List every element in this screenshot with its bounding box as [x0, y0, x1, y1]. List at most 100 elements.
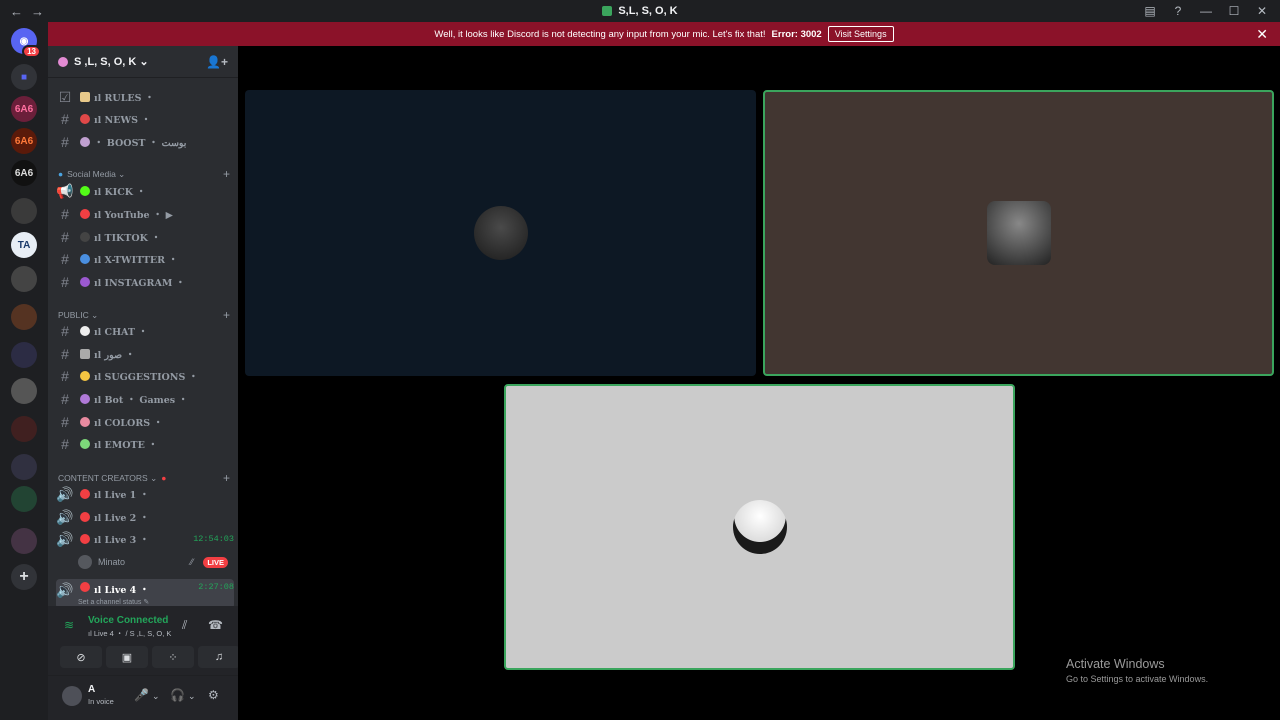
invite-people-icon[interactable]: 👤+ [206, 55, 228, 69]
channel-rules[interactable]: ☑ ıl RULES ・ [56, 87, 234, 107]
voice-connected-title[interactable]: Voice Connected [88, 615, 168, 626]
banner-message: Well, it looks like Discord is not detec… [434, 28, 766, 40]
server-folder-2[interactable] [11, 266, 37, 292]
user-name[interactable]: A [88, 684, 95, 695]
mic-options-chevron-icon[interactable]: ⌄ [152, 691, 160, 702]
server-folder-7[interactable] [11, 454, 37, 480]
channel-emote[interactable]: # ıl EMOTE ・ [56, 434, 234, 454]
screen-share-icon: ▣ [121, 651, 133, 664]
server-folder-4[interactable] [11, 342, 37, 368]
lightbulb-emoji-icon [80, 371, 90, 381]
channel-images[interactable]: # ıl صور ・ [56, 344, 234, 364]
visit-settings-button[interactable]: Visit Settings [827, 26, 894, 42]
create-channel-icon[interactable]: + [223, 308, 230, 322]
participant-tile-3-speaking[interactable] [504, 384, 1015, 670]
channel-chat[interactable]: # ıl CHAT ・ [56, 321, 234, 341]
headphones-icon[interactable]: 🎧 [170, 688, 185, 702]
hash-icon: # [61, 368, 69, 384]
disconnect-icon[interactable]: ☎ [208, 618, 223, 632]
channel-status-hint[interactable]: Set a channel status ✎ [78, 598, 149, 606]
server-list: ◉ 13 ■ 6A6 6A6 6A6 TA + [0, 22, 48, 720]
voice-channel-live-1[interactable]: 🔊 ıl Live 1 ・ [56, 484, 234, 504]
create-channel-icon[interactable]: + [223, 471, 230, 485]
close-window-button[interactable]: ✕ [1250, 4, 1274, 18]
server-folder-1[interactable] [11, 198, 37, 224]
voice-user-minato[interactable]: Minato ⁄⁄ LIVE [78, 553, 228, 571]
help-icon[interactable]: ? [1166, 4, 1190, 18]
participant-tile-2-speaking[interactable] [763, 90, 1274, 376]
hash-icon: # [61, 346, 69, 362]
channel-label: ıl صور ・ [94, 350, 135, 361]
voice-channel-live-3[interactable]: 🔊 ıl Live 3 ・ 12:54:03 [56, 529, 234, 549]
server-6a6-orange[interactable]: 6A6 [11, 128, 37, 154]
direct-messages-button[interactable]: ◉ 13 [11, 28, 41, 58]
activate-windows-watermark: Activate Windows Go to Settings to activ… [1066, 657, 1208, 684]
channel-label: ıl Bot ・ Games ・ [94, 395, 188, 406]
microphone-icon[interactable]: 🎤 [134, 688, 149, 702]
camera-off-button[interactable]: ⊘ [60, 646, 102, 668]
close-banner-icon[interactable]: ✕ [1256, 26, 1268, 43]
window-title: S,L, S, O, K [618, 5, 678, 17]
server-ta[interactable]: TA [11, 232, 37, 258]
channel-label: ıl RULES ・ [94, 93, 155, 104]
siren-emoji-icon [80, 114, 90, 124]
participant-tile-1[interactable] [245, 90, 756, 376]
folder-icon[interactable]: ■ [11, 64, 37, 90]
channel-label: ıl Live 3 ・ [94, 535, 150, 546]
channel-tiktok[interactable]: # ıl TIKTOK ・ [56, 227, 234, 247]
activities-icon: ⁘ [168, 651, 178, 664]
channel-kick[interactable]: 📢 ıl KICK ・ [56, 181, 234, 201]
hash-icon: # [61, 436, 69, 452]
minimize-button[interactable]: — [1194, 4, 1218, 18]
category-public[interactable]: PUBLIC ⌄ + [58, 308, 230, 322]
add-server-icon[interactable]: + [11, 564, 37, 590]
settings-gear-icon[interactable]: ⚙ [208, 688, 219, 702]
channel-label: ıl Live 2 ・ [94, 513, 150, 524]
server-6a6-white[interactable]: 6A6 [11, 160, 37, 186]
noise-suppression-icon[interactable]: ⫽ [182, 618, 187, 633]
server-icon [602, 6, 613, 16]
server-folder-9[interactable] [11, 528, 37, 554]
channel-suggestions[interactable]: # ıl SUGGESTIONS ・ [56, 366, 234, 386]
channel-label: ıl INSTAGRAM ・ [94, 278, 186, 289]
hash-icon: # [61, 391, 69, 407]
hash-icon: # [61, 134, 69, 150]
category-content-creators[interactable]: CONTENT CREATORS ⌄ ● + [58, 471, 230, 485]
hash-icon: # [61, 229, 69, 245]
channel-x-twitter[interactable]: # ıl X-TWITTER ・ [56, 249, 234, 269]
channel-boost[interactable]: # ・ BOOST ・ بوست [56, 132, 234, 152]
channel-colors[interactable]: # ıl COLORS ・ [56, 412, 234, 432]
rules-channel-icon: ☑ [58, 88, 72, 105]
create-channel-icon[interactable]: + [223, 167, 230, 181]
voice-channel-path[interactable]: ıl Live 4 ・ / S ,L, S, O, K [88, 628, 171, 639]
back-arrow-icon[interactable]: ← [10, 4, 23, 19]
server-folder-3[interactable] [11, 304, 37, 330]
twitter-emoji-icon [80, 254, 90, 264]
voice-channel-live-2[interactable]: 🔊 ıl Live 2 ・ [56, 507, 234, 527]
participant-avatar [986, 201, 1051, 265]
channel-instagram[interactable]: # ıl INSTAGRAM ・ [56, 272, 234, 292]
headphones-options-chevron-icon[interactable]: ⌄ [188, 691, 196, 702]
mic-warning-banner: Well, it looks like Discord is not detec… [48, 22, 1280, 46]
server-header[interactable]: S ,L, S, O, K ⌄ 👤+ [48, 46, 238, 78]
category-label: Social Media ⌄ [67, 168, 126, 179]
maximize-button[interactable]: ☐ [1222, 4, 1246, 18]
soundboard-button[interactable]: ♫ [198, 646, 240, 668]
inbox-icon[interactable]: ▤ [1138, 4, 1162, 18]
channel-news[interactable]: # ıl NEWS ・ [56, 109, 234, 129]
signal-icon[interactable]: ≋ [64, 618, 74, 632]
server-folder-6[interactable] [11, 416, 37, 442]
activities-button[interactable]: ⁘ [152, 646, 194, 668]
channel-youtube[interactable]: # ıl YouTube ・ ▶ [56, 204, 234, 224]
forward-arrow-icon[interactable]: → [31, 4, 44, 19]
server-6a6-pink[interactable]: 6A6 [11, 96, 37, 122]
scroll-emoji-icon [80, 92, 90, 102]
server-folder-5[interactable] [11, 378, 37, 404]
screen-share-button[interactable]: ▣ [106, 646, 148, 668]
server-folder-8[interactable] [11, 486, 37, 512]
channel-label: ıl CHAT ・ [94, 327, 148, 338]
user-avatar[interactable] [62, 686, 82, 706]
channel-bot-games[interactable]: # ıl Bot ・ Games ・ [56, 389, 234, 409]
tiktok-emoji-icon [80, 232, 90, 242]
category-social-media[interactable]: ● Social Media ⌄ + [58, 167, 230, 181]
